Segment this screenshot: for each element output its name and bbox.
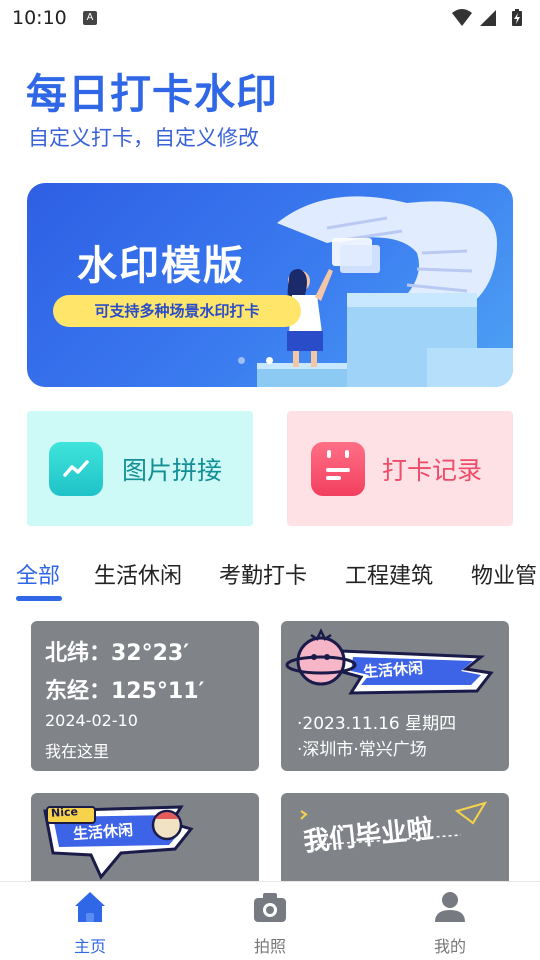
template-nice-label: Nice [50,805,79,820]
watermark-template-coordinates[interactable]: 北纬：32°23′ 东经：125°11′ 2024-02-10 我在这里 [31,621,259,771]
carousel-dot-active [266,357,273,364]
template-longitude: 东经：125°11′ [45,679,205,704]
nav-home[interactable]: 主页 [30,882,150,960]
banner-carousel[interactable]: 水印模版 可支持多种场景水印打卡 [27,183,513,387]
trend-chart-icon [49,442,103,496]
nav-mine[interactable]: 我的 [390,882,510,960]
tab-property[interactable]: 物业管 [471,558,537,590]
accessibility-badge-icon: A [83,11,97,25]
watermark-template-leisure-planet[interactable]: 生活休闲 ·2023.11.16 星期四 ·深圳市·常兴广场 [281,621,509,771]
app-title: 每日打卡水印 [26,70,278,118]
template-latitude: 北纬：32°23′ [45,641,190,666]
template-location: 我在这里 [45,742,110,761]
template-sticker-label-2: 生活休闲 [72,820,134,844]
carousel-dot [238,357,245,364]
tab-engineering[interactable]: 工程建筑 [345,558,433,590]
category-tabs: 全部 生活休闲 考勤打卡 工程建筑 物业管 [0,552,540,602]
camera-icon [254,893,286,922]
checkin-records-label: 打卡记录 [382,456,483,485]
status-bar: 10:10 A [0,0,540,36]
tab-attendance[interactable]: 考勤打卡 [219,558,307,590]
template-date: 2024-02-10 [45,711,138,730]
signal-icon [480,10,496,26]
status-time: 10:10 [12,7,67,29]
nav-mine-label: 我的 [433,937,466,956]
wifi-icon [452,9,472,26]
person-icon [435,892,465,922]
photo-puzzle-label: 图片拼接 [122,456,223,485]
calendar-icon [311,442,365,496]
battery-icon [512,9,522,26]
carousel-indicator [238,349,294,368]
tab-active-indicator [16,596,62,601]
nav-camera[interactable]: 拍照 [210,882,330,960]
checkin-records-card[interactable]: 打卡记录 [287,411,513,526]
app-subtitle: 自定义打卡，自定义修改 [28,126,259,150]
template-place-line: ·深圳市·常兴广场 [297,740,427,760]
bottom-navigation: 主页 拍照 我的 [0,881,540,960]
photo-puzzle-card[interactable]: 图片拼接 [27,411,253,526]
tab-leisure[interactable]: 生活休闲 [94,558,182,590]
watermark-template-leisure-nice[interactable]: Nice 生活休闲 [31,793,259,893]
banner-pill: 可支持多种场景水印打卡 [53,295,301,327]
template-date-line: ·2023.11.16 星期四 [297,714,457,734]
watermark-template-graduation[interactable]: 我们毕业啦 [281,793,509,893]
tab-all[interactable]: 全部 [16,558,60,590]
banner-title: 水印模版 [77,243,245,289]
status-icons [452,9,522,26]
home-icon [75,892,105,922]
nav-camera-label: 拍照 [253,937,286,956]
nav-home-label: 主页 [73,937,106,956]
template-sticker-label: 生活休闲 [362,658,424,682]
